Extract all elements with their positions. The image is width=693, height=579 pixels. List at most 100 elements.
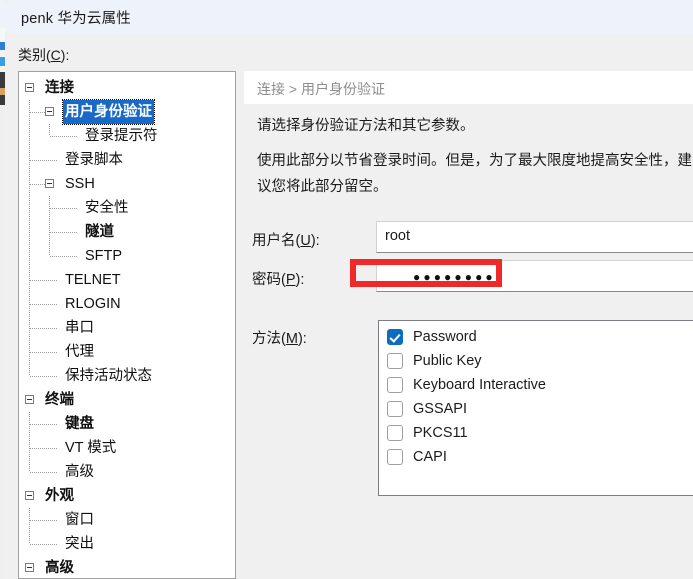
breadcrumb: 连接 > 用户身份验证 [257,81,385,97]
tree-item-label: 串口 [65,320,94,336]
tree-expander-icon[interactable] [45,107,54,116]
description-line-1: 请选择身份验证方法和其它参数。 [257,118,475,134]
tree-connector-line [50,208,77,209]
tree-item-label: 登录提示符 [85,128,158,144]
category-label-pre: 类别( [18,47,51,63]
window-title: penk 华为云属性 [21,11,131,27]
tree-connector-line [30,448,57,449]
tree-connector-line [30,520,57,521]
category-tree[interactable]: 连接用户身份验证登录提示符登录脚本 SSH 安全性隧道 SFTP TELNET RLOGI… [18,71,236,579]
checkbox-icon[interactable] [387,329,403,345]
method-option-label: GSSAPI [413,401,467,417]
method-option-pkcs11[interactable]: PKCS11 [379,421,693,445]
method-option-password[interactable]: Password [379,325,693,349]
tree-item-label: SFTP [85,248,123,264]
tree-item-label: 高级 [65,464,94,480]
breadcrumb-bar: 连接 > 用户身份验证 [244,71,693,104]
method-label-post: ): [297,331,307,347]
tree-connector-line [29,508,30,544]
tree-item-label: 安全性 [85,200,129,216]
method-option-label: Password [413,329,477,345]
tree-expander-icon[interactable] [25,395,34,404]
tree-item-label: 用户身份验证 [62,99,155,125]
checkbox-icon[interactable] [387,377,403,393]
username-input[interactable]: root [376,221,693,253]
username-accesskey: U [300,233,311,249]
method-checkbox-list[interactable]: Password Public Key Keyboard Interactive GS… [378,320,693,496]
tree-item-label: SSH [65,176,95,192]
tree-connector-line [29,412,30,472]
tree-item-label: VT 模式 [65,440,117,456]
password-masked-value: ●●●●●●●●● [413,270,507,284]
tree-item-13[interactable]: 终端 [19,388,235,412]
tree-item-label: 隧道 [85,224,114,240]
tree-expander-icon[interactable] [25,83,34,92]
tree-connector-line [30,280,57,281]
method-option-label: PKCS11 [413,425,468,441]
tree-item-label: 突出 [65,536,94,552]
password-input[interactable]: ●●●●●●●●● 刚才的密码 [376,260,693,292]
method-option-capi[interactable]: CAPI [379,445,693,469]
tree-connector-line [30,112,45,113]
password-label: 密码(P): [252,268,304,289]
tree-item-label: 连接 [45,80,74,96]
checkbox-icon[interactable] [387,449,403,465]
tree-connector-line [30,160,57,161]
checkbox-icon[interactable] [387,425,403,441]
checkbox-icon[interactable] [387,353,403,369]
category-label: 类别(C): [18,45,69,65]
method-option-label: Public Key [413,353,482,369]
tree-expander-icon[interactable] [45,179,54,188]
tree-item-0[interactable]: 连接 [19,76,235,100]
title-bar: penk 华为云属性 [5,0,693,33]
tree-expander-icon[interactable] [25,491,34,500]
tree-item-4[interactable]: SSH [19,172,235,196]
tree-item-17[interactable]: 外观 [19,484,235,508]
description-line-2: 使用此部分以节省登录时间。但是，为了最大限度地提高安全性，建议您将此部分留空。 [257,153,692,195]
tree-item-label: RLOGIN [65,296,121,312]
username-value: root [385,228,410,244]
tree-item-label: 代理 [65,344,94,360]
password-label-pre: 密码( [252,272,286,288]
tree-item-label: 键盘 [65,416,94,432]
tree-item-20[interactable]: 高级 [19,556,235,578]
tree-expander-icon[interactable] [25,563,34,572]
tree-connector-line [30,352,57,353]
password-accesskey: P [285,272,296,288]
tree-item-label: 终端 [45,392,74,408]
method-option-label: Keyboard Interactive [413,377,546,393]
method-option-gssapi[interactable]: GSSAPI [379,397,693,421]
tree-connector-line [50,256,77,257]
tree-connector-line [50,136,77,137]
tree-connector-line [30,328,57,329]
tree-item-label: TELNET [65,272,121,288]
tree-connector-line [30,376,57,377]
tree-item-1[interactable]: 用户身份验证 [19,99,235,125]
tree-connector-line [30,304,57,305]
tree-connector-line [30,424,57,425]
method-option-public-key[interactable]: Public Key [379,349,693,373]
tree-connector-line [29,100,30,376]
username-label: 用户名(U): [252,229,320,250]
category-accesskey: C [50,47,61,63]
tree-item-label: 高级 [45,560,74,576]
properties-dialog: penk 华为云属性 类别(C): 连接用户身份验证登录提示符登录脚本 SSH 安全… [5,0,693,579]
method-option-label: CAPI [413,449,447,465]
tree-connector-line [30,472,57,473]
method-accesskey: M [285,331,298,347]
tree-connector-line [50,232,77,233]
category-label-post: ): [60,47,70,63]
tree-item-label: 保持活动状态 [65,368,152,384]
password-label-post: ): [295,272,305,288]
tree-item-label: 登录脚本 [65,152,123,168]
tree-connector-line [30,544,57,545]
checkbox-icon[interactable] [387,401,403,417]
method-label: 方法(M): [252,327,307,348]
tree-connector-line [30,184,45,185]
method-label-pre: 方法( [252,331,286,347]
tree-item-label: 外观 [45,488,74,504]
tree-connector-line [49,196,50,256]
username-label-pre: 用户名( [252,233,301,249]
username-label-post: ): [310,233,320,249]
method-option-keyboard-interactive[interactable]: Keyboard Interactive [379,373,693,397]
